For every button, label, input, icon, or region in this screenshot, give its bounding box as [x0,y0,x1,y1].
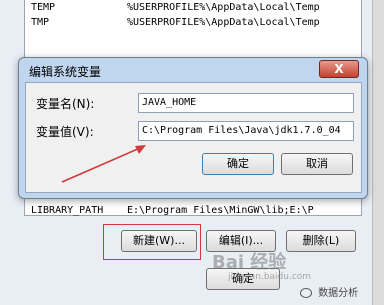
variable-value-label: 变量值(V): [36,125,94,139]
dialog-cancel-button[interactable]: 取消 [281,153,353,175]
list-item[interactable]: TMP %USERPROFILE%\AppData\Local\Temp [31,17,361,31]
variable-name-label: 变量名(N): [36,97,95,111]
wechat-badge: 数据分析 [300,284,358,299]
variable-name: TMP [31,17,50,28]
wechat-icon [300,288,312,298]
dialog-ok-button[interactable]: 确定 [202,153,274,175]
variable-name: TEMP [31,2,56,13]
variable-value-field[interactable]: C:\Program Files\Java\jdk1.7.0_04 [138,121,354,141]
variable-value: E:\Program Files\MinGW\lib;E:\P [127,205,314,216]
edit-system-variable-dialog: 编辑系统变量 X 变量名(N): JAVA_HOME 变量值(V): C:\Pr… [18,57,368,199]
watermark-logo: Bai 经验 [212,252,287,273]
close-button[interactable]: X [319,60,359,78]
variable-name: LIBRARY_PATH [31,205,104,216]
wechat-label: 数据分析 [318,288,359,299]
dialog-title: 编辑系统变量 [29,65,102,79]
delete-variable-button[interactable]: 删除(L) [286,230,356,252]
list-item[interactable]: TEMP %USERPROFILE%\AppData\Local\Temp [31,2,361,16]
variable-name-field[interactable]: JAVA_HOME [138,93,354,113]
dialog-body: 变量名(N): JAVA_HOME 变量值(V): C:\Program Fil… [25,82,362,193]
list-item[interactable]: LIBRARY_PATH E:\Program Files\MinGW\lib;… [31,205,361,219]
variable-value: %USERPROFILE%\AppData\Local\Temp [127,2,320,13]
watermark-url: jingyan.baidu.com [228,272,312,282]
window-scrollbar[interactable] [372,0,384,305]
variable-value: %USERPROFILE%\AppData\Local\Temp [127,17,320,28]
annotation-highlight-box [103,224,201,260]
